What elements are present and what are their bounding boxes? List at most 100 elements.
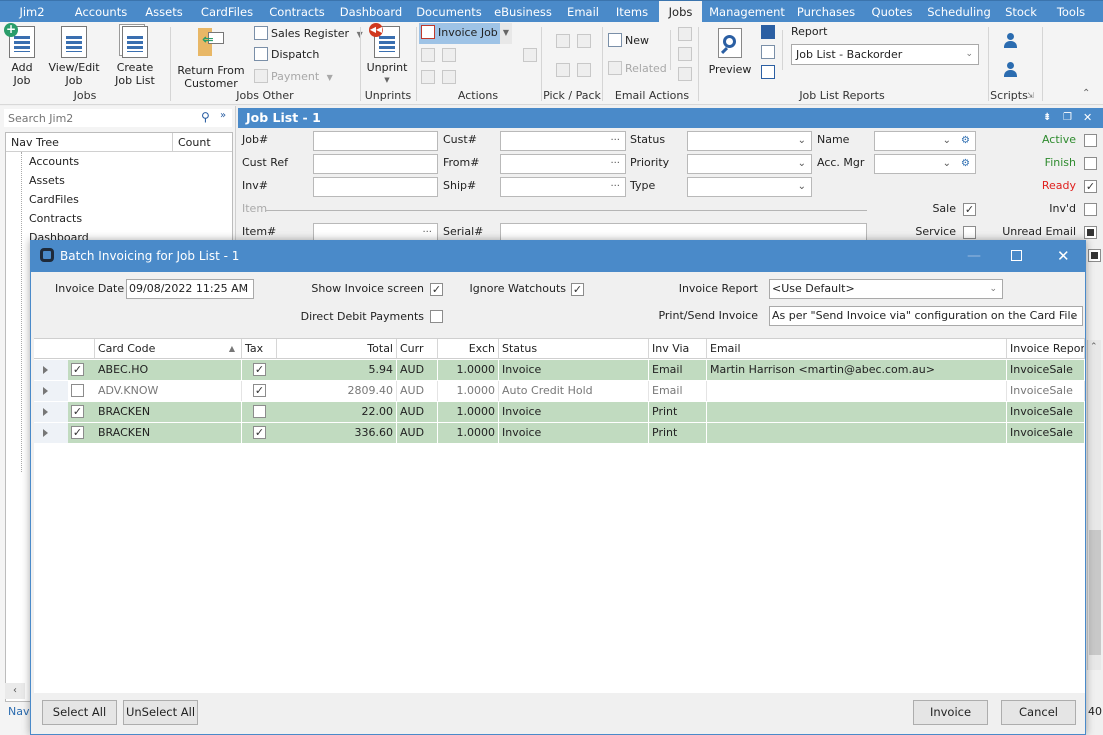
row-select-checkbox[interactable] <box>71 384 84 397</box>
script-button-2[interactable] <box>1003 62 1019 78</box>
scroll-up-icon[interactable]: ⌃ <box>1090 342 1098 352</box>
close-icon[interactable]: ✕ <box>1057 241 1070 272</box>
unprint-button[interactable]: ◀◀ Unprint ▼ <box>364 23 410 87</box>
ignore-watchouts-checkbox[interactable]: ✓ <box>571 283 584 296</box>
menu-tab-cardfiles[interactable]: CardFiles <box>194 1 260 23</box>
nav-count-column-header[interactable]: Count <box>173 133 232 152</box>
row-tax-checkbox[interactable]: ✓ <box>253 363 266 376</box>
row-tax-checkbox[interactable]: ✓ <box>253 384 266 397</box>
scroll-thumb[interactable] <box>1089 530 1101 655</box>
nav-item-contracts[interactable]: Contracts <box>29 209 82 228</box>
ellipsis-icon[interactable]: ··· <box>610 155 620 173</box>
type-select[interactable]: ⌄ <box>687 177 812 197</box>
ready-checkbox[interactable]: ✓ <box>1084 180 1097 193</box>
menu-tab-tools[interactable]: Tools <box>1048 1 1094 23</box>
invoice-button[interactable]: Invoice <box>913 700 988 725</box>
preview-button[interactable]: Preview <box>708 28 752 76</box>
pin-icon[interactable]: ⇟ <box>1043 108 1051 128</box>
sale-checkbox[interactable]: ✓ <box>963 203 976 216</box>
nav-search-input[interactable] <box>4 109 194 127</box>
menu-tab-assets[interactable]: Assets <box>138 1 190 23</box>
column-header-status[interactable]: Status <box>499 339 649 359</box>
from-no-input[interactable]: ··· <box>500 154 626 174</box>
minimize-icon[interactable]: — <box>967 241 981 272</box>
collapse-ribbon-icon[interactable]: ⌃ <box>1082 88 1090 99</box>
gear-icon[interactable]: ⚙ <box>961 155 970 173</box>
inv-no-input[interactable] <box>313 177 438 197</box>
copy-report-icon[interactable] <box>761 45 775 59</box>
create-job-list-button[interactable]: Create Job List <box>106 26 164 87</box>
return-from-customer-button[interactable]: ⇐ Return From Customer <box>176 28 246 90</box>
gear-icon[interactable]: ⚙ <box>961 132 970 150</box>
table-row[interactable]: ✓ BRACKEN 22.00 AUD 1.0000 Invoice Print Invoic… <box>34 402 1085 423</box>
invd-checkbox[interactable] <box>1084 203 1097 216</box>
expand-down-icon[interactable]: » <box>220 110 226 121</box>
show-invoice-screen-checkbox[interactable]: ✓ <box>430 283 443 296</box>
email-related-button[interactable]: Related <box>608 59 667 79</box>
nav-tree-column-header[interactable]: Nav Tree <box>6 133 173 152</box>
menu-tab-management[interactable]: Management <box>708 1 786 23</box>
row-select-checkbox[interactable]: ✓ <box>71 426 84 439</box>
row-expand-toggle[interactable] <box>34 402 68 422</box>
invoice-report-select[interactable]: <Use Default> ⌄ <box>769 279 1003 299</box>
maximize-icon[interactable] <box>1011 250 1022 261</box>
print-send-select[interactable]: As per "Send Invoice via" configuration … <box>769 306 1083 326</box>
acc-mgr-select[interactable]: ⌄ ⚙ <box>874 154 976 174</box>
menu-tab-jim2[interactable]: Jim2 <box>0 1 64 23</box>
priority-select[interactable]: ⌄ <box>687 154 812 174</box>
menu-tab-documents[interactable]: Documents <box>412 1 486 23</box>
row-expand-toggle[interactable] <box>34 360 68 380</box>
row-expand-toggle[interactable] <box>34 423 68 443</box>
column-header-select[interactable] <box>34 339 95 359</box>
nav-footer-link[interactable]: Navi <box>8 705 33 718</box>
row-select-checkbox[interactable]: ✓ <box>71 363 84 376</box>
row-tax-checkbox[interactable]: ✓ <box>253 426 266 439</box>
menu-tab-quotes[interactable]: Quotes <box>866 1 918 23</box>
payment-button[interactable]: Payment ▼ <box>254 67 333 87</box>
menu-tab-dashboard[interactable]: Dashboard <box>334 1 408 23</box>
nav-search[interactable]: ⚲ » <box>4 109 232 127</box>
unread-email-checkbox[interactable] <box>1084 226 1097 239</box>
finish-checkbox[interactable] <box>1084 157 1097 170</box>
column-header-email[interactable]: Email <box>707 339 1007 359</box>
row-expand-toggle[interactable] <box>34 381 68 401</box>
invoice-date-picker[interactable]: 09/08/2022 11:25 AM ⌄ <box>126 279 254 299</box>
unselect-all-button[interactable]: UnSelect All <box>123 700 198 725</box>
ellipsis-icon[interactable]: ··· <box>610 132 620 150</box>
job-no-input[interactable] <box>313 131 438 151</box>
table-row[interactable]: ADV.KNOW ✓ 2809.40 AUD 1.0000 Auto Credit Hol… <box>34 381 1085 402</box>
cancel-button[interactable]: Cancel <box>1001 700 1076 725</box>
restore-icon[interactable]: ❐ <box>1063 108 1072 128</box>
menu-tab-stock[interactable]: Stock <box>1000 1 1042 23</box>
table-row[interactable]: ✓ BRACKEN ✓ 336.60 AUD 1.0000 Invoice Print Invo… <box>34 423 1085 444</box>
menu-tab-ebusiness[interactable]: eBusiness <box>490 1 556 23</box>
menu-tab-contracts[interactable]: Contracts <box>264 1 330 23</box>
direct-debit-checkbox[interactable] <box>430 310 443 323</box>
dispatch-button[interactable]: Dispatch <box>254 45 319 65</box>
invoice-job-button[interactable]: Invoice Job <box>419 23 500 44</box>
nav-item-assets[interactable]: Assets <box>29 171 65 190</box>
menu-tab-jobs[interactable]: Jobs <box>659 1 702 23</box>
row-tax-checkbox[interactable] <box>253 405 266 418</box>
view-edit-job-button[interactable]: View/Edit Job <box>48 26 100 87</box>
column-header-inv-via[interactable]: Inv Via <box>649 339 707 359</box>
email-new-button[interactable]: New <box>608 31 649 51</box>
menu-tab-accounts[interactable]: Accounts <box>68 1 134 23</box>
calculator-icon[interactable] <box>761 65 775 79</box>
add-job-button[interactable]: + Add Job <box>4 23 38 87</box>
ellipsis-icon[interactable]: ··· <box>610 178 620 196</box>
row-select-checkbox[interactable]: ✓ <box>71 405 84 418</box>
nav-item-accounts[interactable]: Accounts <box>29 152 79 171</box>
name-select[interactable]: ⌄ ⚙ <box>874 131 976 151</box>
column-header-card-code[interactable]: Card Code ▲ <box>95 339 242 359</box>
select-all-button[interactable]: Select All <box>42 700 117 725</box>
report-select[interactable]: Job List - Backorder ⌄ <box>791 44 979 65</box>
column-header-exch[interactable]: Exch <box>438 339 499 359</box>
search-icon[interactable]: ⚲ <box>201 110 210 124</box>
menu-tab-purchases[interactable]: Purchases <box>792 1 860 23</box>
print-icon[interactable] <box>761 25 775 39</box>
cust-no-input[interactable]: ··· <box>500 131 626 151</box>
background-scrollbar[interactable]: ⌃ <box>1087 340 1101 670</box>
table-row[interactable]: ✓ ABEC.HO ✓ 5.94 AUD 1.0000 Invoice Email Martin… <box>34 360 1085 381</box>
sales-register-button[interactable]: Sales Register ▼ <box>254 24 363 44</box>
